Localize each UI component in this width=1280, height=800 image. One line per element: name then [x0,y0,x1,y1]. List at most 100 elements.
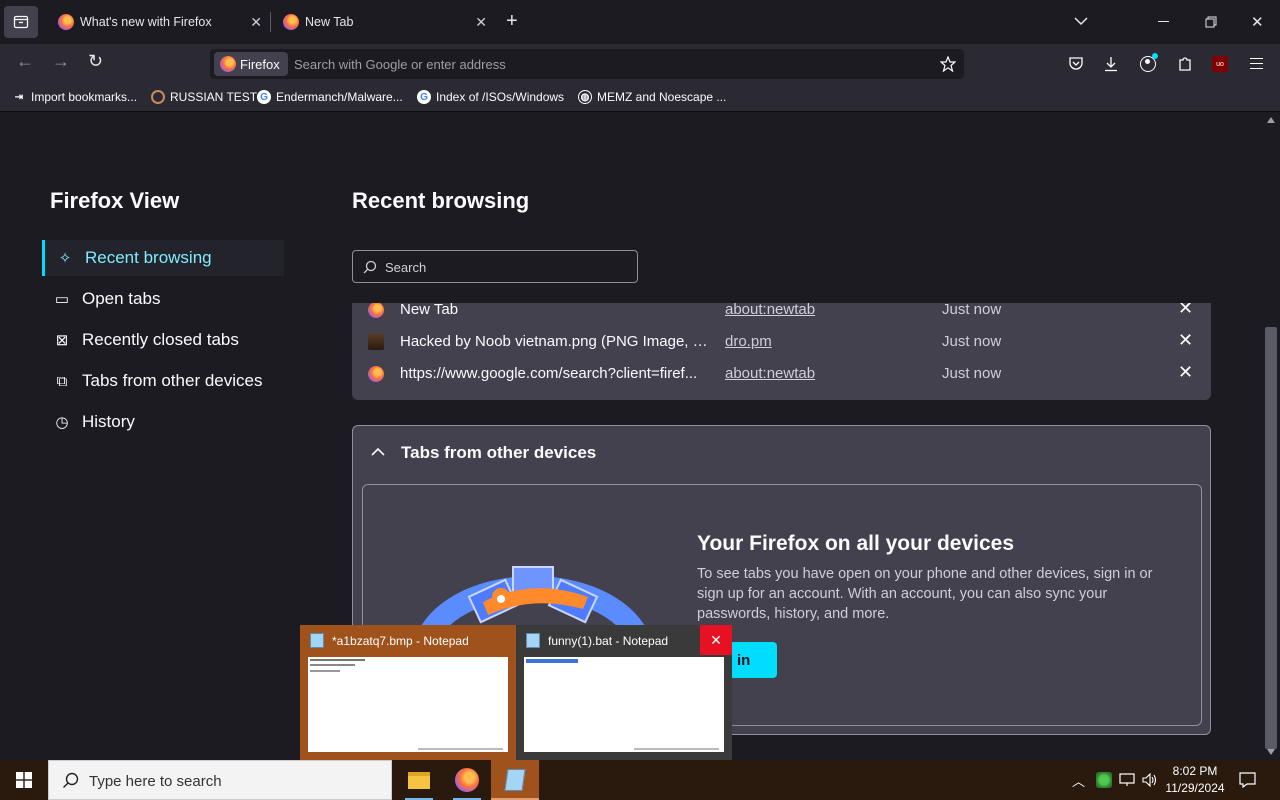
list-all-tabs-chevron-icon[interactable] [1074,16,1088,26]
taskbar-firefox[interactable] [443,760,491,800]
ublock-origin-icon[interactable]: uo [1212,56,1228,72]
firefox-favicon-icon [368,366,384,382]
row-time: Just now [942,365,1002,382]
preview-close-button[interactable]: ✕ [700,625,732,655]
nav-toolbar: ← → ↻ Firefox uo [0,44,1280,84]
volume-icon[interactable] [1142,773,1158,787]
sidebar-item-label: Open tabs [82,289,161,308]
sidebar-item-recent-browsing[interactable]: ✧ Recent browsing [42,240,284,276]
dismiss-icon[interactable]: ✕ [1178,303,1193,319]
identity-box[interactable]: Firefox [214,52,288,76]
dismiss-icon[interactable]: ✕ [1178,330,1193,351]
tab-whats-new[interactable]: What's new with Firefox ✕ [50,4,270,40]
search-input[interactable] [385,257,625,277]
row-url[interactable]: about:newtab [725,365,815,382]
list-item[interactable]: https://www.google.com/search?client=fir… [352,358,1211,390]
chevron-up-icon[interactable] [371,447,385,457]
import-icon: ⇥ [14,91,24,103]
taskbar-notepad[interactable] [491,760,539,800]
forward-arrow-icon[interactable]: → [52,52,70,70]
tab-title: New Tab [305,15,354,29]
card-header[interactable]: Tabs from other devices [401,443,596,463]
network-icon[interactable] [1119,773,1135,787]
reload-icon[interactable]: ↻ [88,52,103,70]
bookmarks-toolbar: ⇥ Import bookmarks... RUSSIAN TEST G End… [0,84,1280,112]
sparkle-icon: ✧ [58,250,72,267]
notepad-icon [310,633,324,648]
sidebar-item-label: History [82,412,135,431]
sidebar-item-label: Recently closed tabs [82,330,239,349]
folder-icon [408,771,430,789]
sidebar-item-open-tabs[interactable]: ▭ Open tabs [42,281,284,317]
firefox-logo-icon [455,768,479,792]
scroll-up-arrow-icon[interactable] [1267,117,1275,123]
account-icon[interactable] [1140,53,1158,72]
url-bar[interactable]: Firefox [210,49,964,79]
tabs-icon: ▭ [54,291,70,308]
taskbar-search-input[interactable] [89,771,379,791]
list-item[interactable]: New Tab about:newtab Just now ✕ [352,303,1211,326]
scroll-down-arrow-icon[interactable] [1267,749,1275,755]
google-icon: G [257,90,271,104]
recent-browsing-list: New Tab about:newtab Just now ✕ Hacked b… [352,303,1211,400]
firefox-favicon-icon [283,14,299,30]
row-title: New Tab [400,303,459,318]
preview-thumbnail [524,657,724,752]
bookmark-memz[interactable]: ◍ MEMZ and Noescape ... [578,90,726,104]
tray-app-icon[interactable] [1096,772,1112,788]
downloads-icon[interactable] [1103,56,1119,72]
pocket-icon[interactable] [1068,56,1084,72]
bookmark-label: RUSSIAN TEST [170,90,258,104]
dismiss-icon[interactable]: ✕ [1178,362,1193,383]
preview-thumbnail [308,657,508,752]
firefox-view-button[interactable] [4,6,38,38]
bookmark-import[interactable]: ⇥ Import bookmarks... [12,90,137,104]
bookmark-russian-test[interactable]: RUSSIAN TEST [151,90,257,104]
sidebar-title: Firefox View [50,188,180,213]
bookmark-star-icon[interactable] [940,56,956,72]
identity-label: Firefox [240,56,280,72]
windows-taskbar: ︿ 8:02 PM 11/29/2024 [0,760,1280,800]
clock-time: 8:02 PM [1172,764,1218,778]
clock-date: 11/29/2024 [1165,781,1225,795]
row-time: Just now [942,333,1002,350]
hamburger-menu-icon[interactable] [1250,58,1263,69]
address-input[interactable] [294,52,914,76]
sidebar-item-history[interactable]: ◷ History [42,404,284,440]
notification-icon[interactable] [1239,772,1256,788]
taskbar-file-explorer[interactable] [395,760,443,800]
restore-button[interactable] [1205,16,1217,28]
globe-icon: ◍ [578,90,592,104]
bookmark-label: Endermanch/Malware... [276,90,403,104]
search-icon [63,772,79,788]
sidebar-item-recently-closed[interactable]: ⊠ Recently closed tabs [42,322,284,358]
extensions-puzzle-icon[interactable] [1177,56,1193,72]
new-tab-plus-icon[interactable]: + [506,11,518,31]
close-tab-icon[interactable]: ✕ [250,14,262,31]
taskbar-search-box[interactable] [48,760,392,800]
close-tab-icon[interactable]: ✕ [475,14,487,31]
list-item[interactable]: Hacked by Noob vietnam.png (PNG Image, 1… [352,326,1211,358]
preview-title: funny(1).bat - Notepad [548,634,669,648]
bookmark-label: Index of /ISOs/Windows [436,90,565,104]
tab-new-tab[interactable]: New Tab ✕ [275,4,495,40]
close-window-button[interactable]: ✕ [1251,13,1264,31]
promo-title: Your Firefox on all your devices [697,532,1015,555]
firefox-favicon-icon [368,303,384,318]
clock[interactable]: 8:02 PM 11/29/2024 [1160,763,1230,797]
preview-notepad-bat[interactable]: funny(1).bat - Notepad ✕ [516,625,732,760]
bookmark-endermanch[interactable]: G Endermanch/Malware... [257,90,403,104]
back-arrow-icon[interactable]: ← [16,52,34,70]
row-url[interactable]: dro.pm [725,333,772,350]
scrollbar-thumb[interactable] [1265,327,1277,749]
sidebar-item-other-devices[interactable]: ⧉ Tabs from other devices [42,363,284,399]
bookmark-index-isos[interactable]: G Index of /ISOs/Windows [417,90,564,104]
preview-notepad-bmp[interactable]: *a1bzatq7.bmp - Notepad [300,625,516,760]
search-field[interactable] [352,250,638,283]
page-scrollbar[interactable] [1262,113,1280,760]
start-button[interactable] [0,760,48,800]
row-url[interactable]: about:newtab [725,303,815,318]
firefox-favicon-icon [58,14,74,30]
minimize-button[interactable] [1158,21,1169,22]
show-hidden-icons-chevron-icon[interactable]: ︿ [1072,771,1085,790]
